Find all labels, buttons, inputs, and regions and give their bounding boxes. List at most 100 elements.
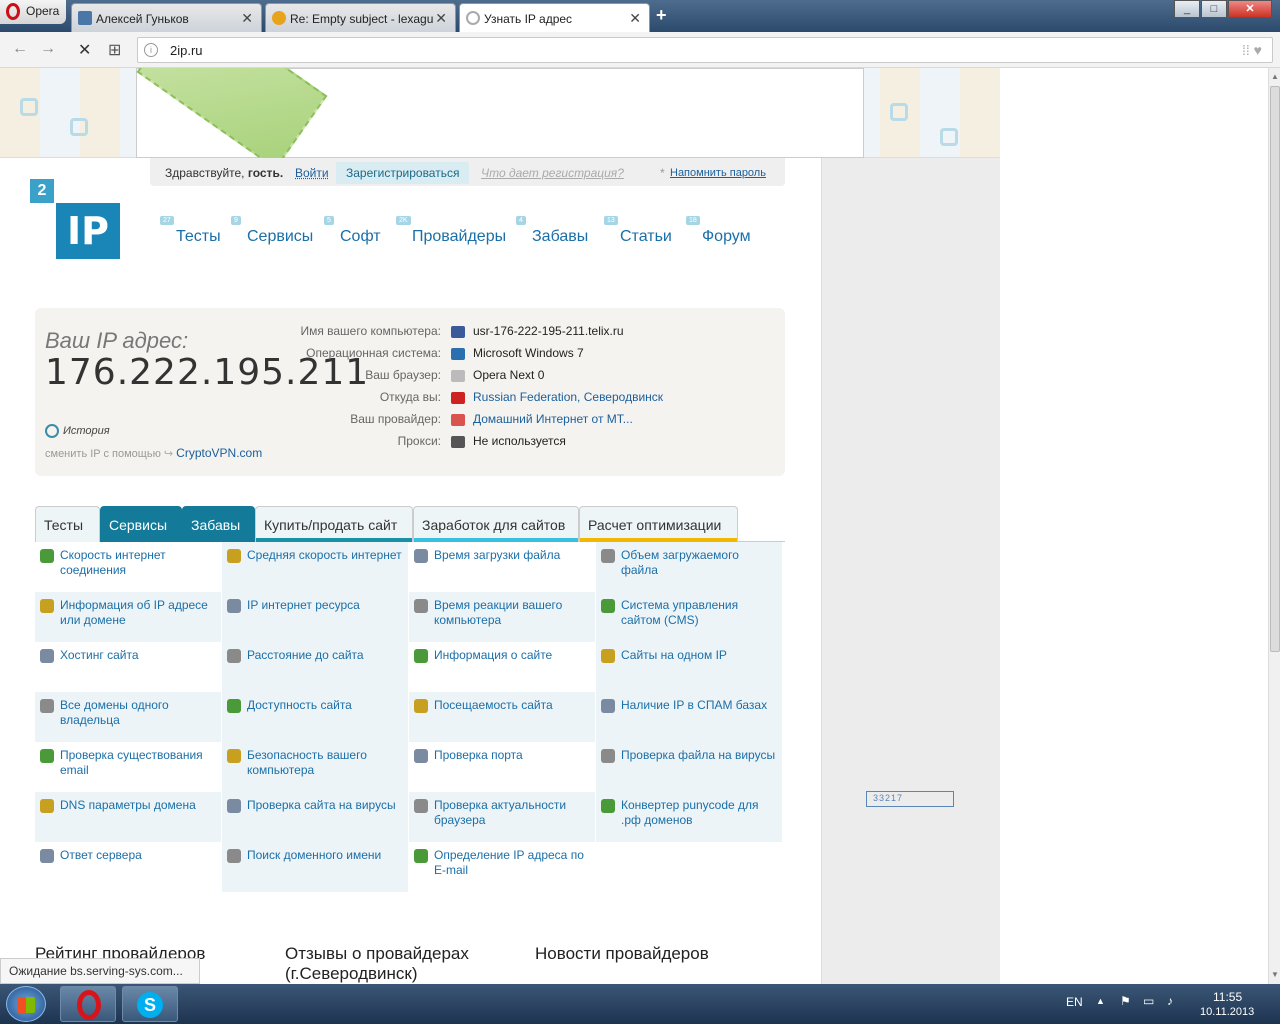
tab-fun[interactable]: Забавы [182, 506, 255, 542]
speed-dial-icon[interactable]: ⊞ [108, 40, 121, 60]
service-link[interactable]: Проверка файла на вирусы [621, 748, 776, 763]
service-link[interactable]: IP интернет ресурса [247, 598, 402, 613]
nav-link[interactable]: Статьи [620, 228, 672, 246]
stop-icon[interactable]: ✕ [78, 40, 91, 60]
site-logo[interactable]: IP [56, 203, 120, 259]
service-icon [601, 699, 615, 713]
service-link[interactable]: DNS параметры домена [60, 798, 215, 813]
service-link[interactable]: Ответ сервера [60, 848, 215, 863]
forward-icon[interactable]: → [40, 40, 56, 58]
info-link[interactable]: Russian Federation, Северодвинск [473, 390, 663, 404]
service-link[interactable]: Объем загружаемого файла [621, 548, 776, 578]
service-link[interactable]: Информация о сайте [434, 648, 589, 663]
service-link[interactable]: Расстояние до сайта [247, 648, 402, 663]
service-link[interactable]: Система управления сайтом (CMS) [621, 598, 776, 628]
service-link[interactable]: Доступность сайта [247, 698, 402, 713]
scrollbar-thumb[interactable] [1270, 86, 1280, 652]
provider-reviews-heading: Отзывы о провайдерах (г.Северодвинск) [285, 944, 469, 983]
browser-tab-active[interactable]: Узнать IP адрес ✕ [459, 3, 650, 33]
site-info-icon[interactable]: i [144, 43, 158, 57]
clock-date[interactable]: 10.11.2013 [1200, 1006, 1254, 1018]
tab-tests[interactable]: Тесты [35, 506, 100, 542]
clock-time[interactable]: 11:55 [1213, 990, 1242, 1004]
opera-menu-button[interactable]: Opera [0, 0, 66, 24]
info-link[interactable]: Домашний Интернет от МТ... [473, 412, 633, 426]
service-link[interactable]: Поиск доменного имени [247, 848, 402, 863]
nav-count-badge: 18 [686, 216, 700, 225]
loading-icon [466, 11, 480, 25]
scroll-down-icon[interactable]: ▼ [1271, 970, 1279, 979]
service-link[interactable]: Хостинг сайта [60, 648, 215, 663]
back-icon[interactable]: ← [12, 40, 28, 58]
why-register-link[interactable]: Что дает регистрация? [481, 166, 624, 180]
nav-link[interactable]: Забавы [532, 228, 588, 246]
tab-optimization[interactable]: Расчет оптимизации [579, 506, 738, 542]
tab-earnings[interactable]: Заработок для сайтов [413, 506, 579, 542]
register-button[interactable]: Зарегистрироваться [336, 162, 470, 184]
service-link[interactable]: Все домены одного владельца [60, 698, 215, 728]
nav-link[interactable]: Тесты [176, 228, 221, 246]
provider-news-heading: Новости провайдеров [535, 944, 709, 963]
info-text: Opera Next 0 [473, 368, 545, 382]
service-cell: Ответ сервера [35, 842, 221, 892]
service-icon [601, 799, 615, 813]
browser-tab[interactable]: Re: Empty subject - lexagu ✕ [265, 3, 456, 32]
minimize-button[interactable]: _ [1174, 0, 1200, 18]
address-bar[interactable]: i 2ip.ru ⁞⁞ ♥ [137, 37, 1273, 63]
service-cell: Время загрузки файла [409, 542, 595, 592]
scroll-up-icon[interactable]: ▲ [1271, 72, 1279, 81]
service-icon [601, 549, 615, 563]
service-link[interactable]: Проверка порта [434, 748, 589, 763]
nav-link[interactable]: Софт [340, 228, 381, 246]
language-indicator[interactable]: EN [1066, 995, 1083, 1009]
service-link[interactable]: Скорость интернет соединения [60, 548, 215, 578]
windows-logo-icon [17, 997, 35, 1013]
nav-link[interactable]: Сервисы [247, 228, 313, 246]
history-link[interactable]: История [45, 424, 110, 438]
new-tab-button[interactable]: + [656, 5, 667, 26]
start-button[interactable] [6, 986, 46, 1022]
service-link[interactable]: Проверка сайта на вирусы [247, 798, 402, 813]
cryptovpn-link[interactable]: CryptoVPN.com [176, 446, 262, 460]
logo-number[interactable]: 2 [30, 179, 54, 203]
tab-close-icon[interactable]: ✕ [435, 10, 447, 27]
bookmark-heart-icon[interactable]: ⁞⁞ ♥ [1242, 42, 1262, 58]
service-link[interactable]: Наличие IP в СПАМ базах [621, 698, 776, 713]
service-link[interactable]: Сайты на одном IP [621, 648, 776, 663]
network-icon[interactable]: ▭ [1143, 994, 1154, 1008]
service-link[interactable]: Средняя скорость интернет [247, 548, 402, 563]
service-link[interactable]: Определение IP адреса по E-mail [434, 848, 589, 878]
service-link[interactable]: Посещаемость сайта [434, 698, 589, 713]
nav-link[interactable]: Провайдеры [412, 228, 506, 246]
login-link[interactable]: Войти [295, 166, 329, 180]
service-link[interactable]: Информация об IP адресе или домене [60, 598, 215, 628]
nav-link[interactable]: Форум [702, 228, 751, 246]
service-cell: Время реакции вашего компьютера [409, 592, 595, 642]
show-hidden-icons[interactable]: ▲ [1096, 996, 1105, 1006]
taskbar-skype[interactable]: S [122, 986, 178, 1022]
taskbar-opera[interactable] [60, 986, 116, 1022]
maximize-button[interactable]: □ [1201, 0, 1227, 18]
service-link[interactable]: Проверка актуальности браузера [434, 798, 589, 828]
browser-tab[interactable]: Алексей Гуньков ✕ [71, 3, 262, 32]
action-center-icon[interactable]: ⚑ [1120, 994, 1131, 1008]
visitor-counter[interactable]: 33217 [866, 791, 954, 807]
skype-icon: S [137, 992, 163, 1018]
service-link[interactable]: Конвертер punycode для .рф доменов [621, 798, 776, 828]
service-icon [227, 699, 241, 713]
service-link[interactable]: Время реакции вашего компьютера [434, 598, 589, 628]
service-link[interactable]: Время загрузки файла [434, 548, 589, 563]
service-cell: Проверка актуальности браузера [409, 792, 595, 842]
volume-icon[interactable]: ♪ [1167, 994, 1173, 1008]
tab-close-icon[interactable]: ✕ [241, 10, 253, 27]
vertical-scrollbar[interactable]: ▲ ▼ [1268, 68, 1280, 984]
service-link[interactable]: Безопасность вашего компьютера [247, 748, 402, 778]
tab-close-icon[interactable]: ✕ [629, 10, 641, 27]
tab-services[interactable]: Сервисы [100, 506, 182, 542]
ad-banner[interactable] [136, 68, 864, 170]
tab-buy-sell[interactable]: Купить/продать сайт [255, 506, 413, 542]
close-window-button[interactable]: ✕ [1228, 0, 1272, 18]
service-icon [40, 799, 54, 813]
service-link[interactable]: Проверка существования email [60, 748, 215, 778]
remind-password-link[interactable]: Напомнить пароль [670, 167, 766, 179]
